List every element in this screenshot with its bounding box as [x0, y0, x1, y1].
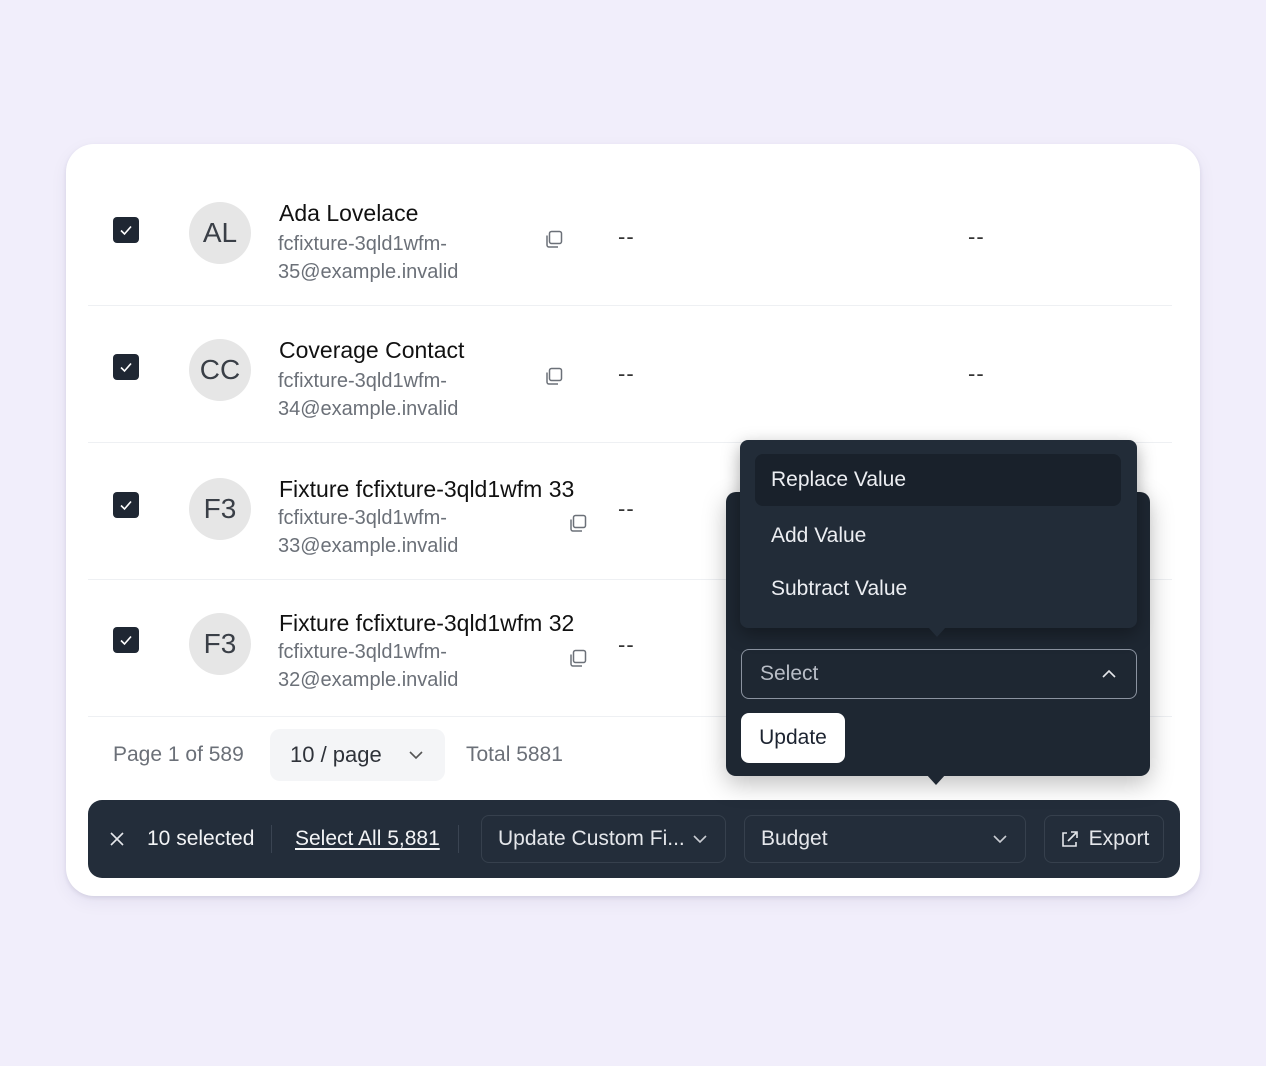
avatar: AL — [189, 202, 251, 264]
field-value: -- — [968, 361, 985, 386]
check-icon — [120, 225, 132, 236]
export-button[interactable]: Export — [1044, 815, 1164, 863]
divider — [271, 825, 272, 853]
table-row: CC Coverage Contact fcfixture-3qld1wfm- 3… — [88, 305, 1172, 443]
avatar: F3 — [189, 613, 251, 675]
close-icon — [110, 832, 124, 846]
table-row: AL Ada Lovelace fcfixture-3qld1wfm- 35@ex… — [88, 168, 1172, 306]
check-icon — [120, 500, 132, 511]
avatar: F3 — [189, 478, 251, 540]
row-checkbox[interactable] — [113, 354, 139, 380]
chevron-down-icon — [693, 835, 707, 844]
chevron-down-icon — [409, 751, 423, 760]
chevron-down-icon — [993, 835, 1007, 844]
bulk-action-bar: 10 selected Select All 5,881 Update Cust… — [88, 800, 1180, 878]
menu-item-replace-value[interactable]: Replace Value — [755, 454, 1121, 506]
row-checkbox[interactable] — [113, 217, 139, 243]
export-label: Export — [1088, 827, 1150, 850]
bulk-action-select[interactable]: Update Custom Fi... — [481, 815, 726, 863]
operation-menu: Replace Value Add Value Subtract Value — [740, 440, 1137, 628]
menu-arrow — [928, 627, 946, 637]
custom-field-select[interactable]: Budget — [744, 815, 1026, 863]
clear-selection-button[interactable] — [108, 800, 126, 878]
total-count: Total 5881 — [466, 743, 563, 766]
menu-item-subtract-value[interactable]: Subtract Value — [755, 563, 1121, 615]
selected-count: 10 selected — [147, 827, 255, 850]
page-size-select[interactable]: 10 / page — [270, 729, 445, 781]
bulk-action-label: Update Custom Fi... — [498, 827, 685, 850]
custom-field-label: Budget — [761, 827, 828, 850]
contact-email: fcfixture-3qld1wfm- 32@example.invalid — [278, 641, 459, 691]
chevron-up-icon — [1102, 669, 1116, 678]
update-button[interactable]: Update — [741, 713, 845, 763]
field-value: -- — [618, 632, 635, 657]
page-indicator: Page 1 of 589 — [113, 743, 244, 766]
contact-name[interactable]: Fixture fcfixture-3qld1wfm 32 — [279, 610, 574, 637]
menu-item-add-value[interactable]: Add Value — [755, 510, 1121, 562]
field-value: -- — [968, 224, 985, 249]
copy-icon[interactable] — [567, 512, 589, 534]
contact-email: fcfixture-3qld1wfm- 33@example.invalid — [278, 507, 459, 557]
row-checkbox[interactable] — [113, 492, 139, 518]
check-icon — [120, 635, 132, 646]
field-value: -- — [618, 496, 635, 521]
row-checkbox[interactable] — [113, 627, 139, 653]
copy-icon[interactable] — [543, 365, 565, 387]
page-size-label: 10 / page — [290, 742, 382, 767]
select-all-link[interactable]: Select All 5,881 — [295, 800, 440, 878]
contact-email: fcfixture-3qld1wfm- 34@example.invalid — [278, 370, 459, 420]
check-icon — [120, 362, 132, 373]
divider — [458, 825, 459, 853]
copy-icon[interactable] — [543, 228, 565, 250]
export-icon — [1061, 831, 1078, 847]
copy-icon[interactable] — [567, 647, 589, 669]
popover-arrow — [926, 774, 946, 785]
contact-name[interactable]: Ada Lovelace — [279, 200, 418, 227]
contact-email: fcfixture-3qld1wfm- 35@example.invalid — [278, 233, 459, 283]
operation-select-placeholder: Select — [760, 662, 819, 685]
contact-name[interactable]: Fixture fcfixture-3qld1wfm 33 — [279, 476, 574, 503]
avatar: CC — [189, 339, 251, 401]
operation-select[interactable]: Select — [741, 649, 1137, 699]
field-value: -- — [618, 224, 635, 249]
field-value: -- — [618, 361, 635, 386]
contact-name[interactable]: Coverage Contact — [279, 337, 464, 364]
